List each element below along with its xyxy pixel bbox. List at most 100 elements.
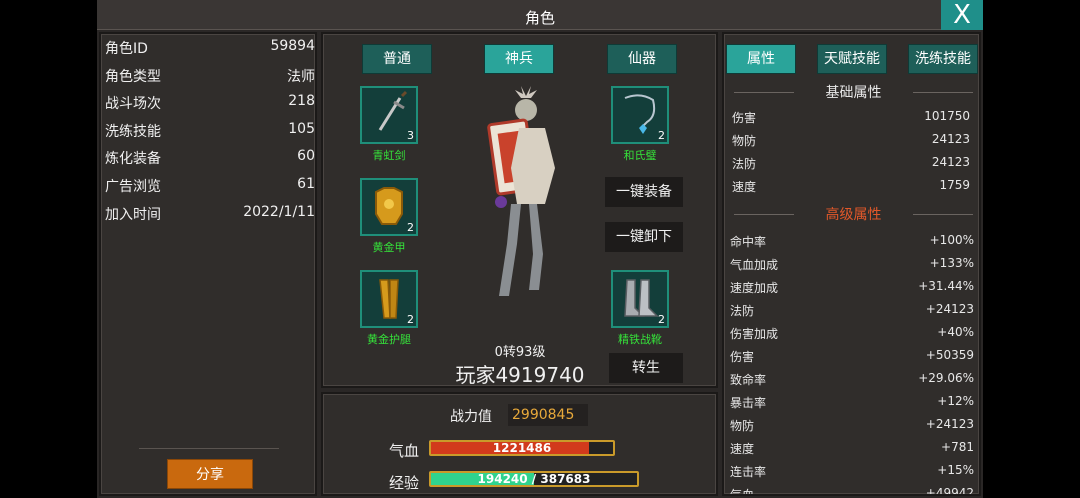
stat-label: 伤害加成 [730, 327, 779, 341]
equipment-panel: 普通 神兵 仙器 3 青虹剑 2 黄金甲 2 黄金护腿 2 和氏璧 一键装备 一… [321, 32, 718, 388]
tab-normal[interactable]: 普通 [362, 44, 432, 74]
stat-row: 连击率 +15% [730, 461, 974, 481]
stat-label: 速度加成 [730, 281, 779, 295]
window-title: 角色 [524, 9, 555, 27]
info-label: 角色类型 [105, 69, 161, 85]
stat-row: 伤害加成 +40% [730, 323, 974, 343]
equip-slot-leggings[interactable]: 2 [360, 270, 418, 328]
tab-divine-weapon[interactable]: 神兵 [484, 44, 554, 74]
power-value: 2990845 [508, 404, 588, 426]
stat-value: 24123 [931, 155, 970, 169]
stat-value: +31.44% [918, 279, 974, 293]
stat-value: +29.06% [918, 371, 974, 385]
info-label: 洗练技能 [105, 124, 161, 140]
stat-value: 24123 [931, 132, 970, 146]
stat-row: 速度 +781 [730, 438, 974, 458]
item-name: 黄金甲 [372, 241, 406, 254]
rebirth-button[interactable]: 转生 [609, 353, 683, 383]
stat-label: 命中率 [730, 235, 767, 249]
exp-label: 经验 [389, 474, 420, 492]
stat-label: 暴击率 [730, 396, 767, 410]
stat-label: 法防 [732, 157, 757, 171]
power-label: 战力值 [450, 409, 492, 425]
item-count: 2 [407, 221, 414, 234]
info-row: 炼化装备 60 [105, 146, 315, 170]
stat-row: 法防 24123 [732, 153, 970, 173]
stat-row: 速度 1759 [732, 176, 970, 196]
tab-talent-skills[interactable]: 天赋技能 [817, 44, 887, 74]
exp-bar: 194240 / 387683 [429, 471, 639, 487]
character-figure [487, 86, 555, 296]
info-value: 218 [288, 93, 315, 109]
stat-row: 命中率 +100% [730, 231, 974, 251]
stat-value: +100% [929, 233, 974, 247]
tab-attributes[interactable]: 属性 [726, 44, 796, 74]
item-name: 和氏璧 [623, 149, 657, 162]
stat-row: 暴击率 +12% [730, 392, 974, 412]
stat-value: +12% [937, 394, 974, 408]
equip-slot-sword[interactable]: 3 [360, 86, 418, 144]
info-row: 角色类型 法师 [105, 64, 315, 88]
stat-value: +133% [929, 256, 974, 270]
stat-row: 气血 +49942 [730, 484, 974, 496]
stat-row: 速度加成 +31.44% [730, 277, 974, 297]
info-panel: 角色ID 59894 角色类型 法师 战斗场次 218 洗练技能 105 炼化装… [99, 32, 317, 496]
stat-row: 伤害 +50359 [730, 346, 974, 366]
hp-label: 气血 [389, 442, 420, 460]
info-label: 炼化装备 [105, 151, 161, 167]
stat-label: 伤害 [732, 111, 757, 125]
item-count: 2 [407, 313, 414, 326]
info-label: 广告浏览 [105, 179, 161, 195]
stat-row: 气血加成 +133% [730, 254, 974, 274]
stat-label: 致命率 [730, 373, 767, 387]
stat-label: 速度 [732, 180, 757, 194]
stat-row: 物防 24123 [732, 130, 970, 150]
close-button[interactable]: X [941, 0, 983, 30]
stat-value: +781 [941, 440, 974, 454]
unequip-all-button[interactable]: 一键卸下 [605, 222, 683, 252]
info-row: 战斗场次 218 [105, 91, 315, 115]
stat-label: 气血 [730, 488, 755, 496]
advanced-attributes-heading: 高级属性 [724, 204, 979, 224]
stat-label: 连击率 [730, 465, 767, 479]
equip-slot-necklace[interactable]: 2 [611, 86, 669, 144]
tab-immortal-artifact[interactable]: 仙器 [607, 44, 677, 74]
stat-value: +50359 [925, 348, 974, 362]
info-value: 105 [288, 121, 315, 137]
stat-value: +24123 [925, 417, 974, 431]
item-name: 青虹剑 [372, 149, 406, 162]
exp-text: 194240 / 387683 [477, 472, 591, 486]
stat-value: +40% [937, 325, 974, 339]
share-button[interactable]: 分享 [167, 459, 253, 489]
stat-value: +24123 [925, 302, 974, 316]
attributes-panel: 属性 天赋技能 洗练技能 基础属性 伤害 101750 物防 24123 法防 … [722, 32, 981, 496]
info-value: 法师 [287, 69, 315, 85]
equip-all-button[interactable]: 一键装备 [605, 177, 683, 207]
stat-row: 物防 +24123 [730, 415, 974, 435]
stat-value: +15% [937, 463, 974, 477]
stat-value: 101750 [924, 109, 970, 123]
hp-text: 1221486 [492, 441, 552, 455]
title-bar: 角色 [97, 0, 983, 30]
info-row: 角色ID 59894 [105, 36, 315, 60]
info-label: 加入时间 [105, 207, 161, 223]
equip-slot-armor[interactable]: 2 [360, 178, 418, 236]
divider [139, 448, 279, 449]
basic-attributes-title: 基础属性 [825, 85, 882, 101]
stat-label: 法防 [730, 304, 755, 318]
advanced-attributes-title: 高级属性 [825, 207, 882, 223]
info-label: 战斗场次 [105, 96, 161, 112]
item-count: 2 [658, 129, 665, 142]
stat-value: +49942 [925, 486, 974, 496]
tab-refine-skills[interactable]: 洗练技能 [908, 44, 978, 74]
info-value: 59894 [270, 38, 315, 54]
stat-label: 速度 [730, 442, 755, 456]
info-label: 角色ID [105, 41, 148, 57]
stat-label: 气血加成 [730, 258, 779, 272]
stat-row: 伤害 101750 [732, 107, 970, 127]
equip-slot-boots[interactable]: 2 [611, 270, 669, 328]
info-value: 61 [297, 176, 315, 192]
info-value: 2022/1/11 [243, 204, 315, 220]
status-panel: 战力值 2990845 气血 1221486 经验 194240 / 38768… [321, 392, 718, 496]
info-row: 洗练技能 105 [105, 119, 315, 143]
